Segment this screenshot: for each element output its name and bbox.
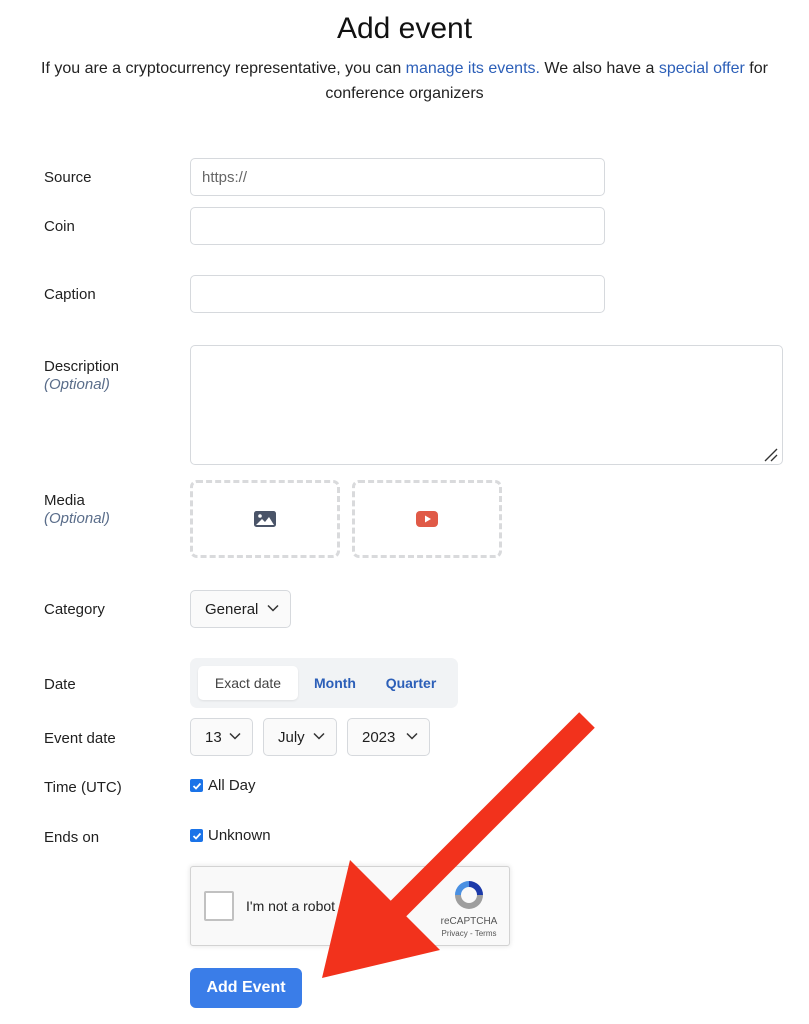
coin-input[interactable] (190, 207, 605, 245)
chevron-down-icon (229, 732, 241, 740)
day-select[interactable]: 13 (190, 718, 253, 756)
image-icon (254, 511, 276, 527)
tab-quarter[interactable]: Quarter (372, 666, 450, 700)
youtube-icon (416, 511, 438, 527)
recaptcha-checkbox[interactable] (204, 891, 234, 921)
caption-input[interactable] (190, 275, 605, 313)
media-label-text: Media (44, 492, 85, 509)
ends-on-label: Ends on (44, 829, 100, 846)
all-day-option: All Day (190, 777, 256, 794)
category-select[interactable]: General (190, 590, 291, 628)
media-optional-note: (Optional) (44, 510, 110, 527)
media-label: Media (Optional) (44, 492, 110, 528)
date-label: Date (44, 676, 76, 693)
resize-grip-icon[interactable] (762, 446, 778, 462)
recaptcha-widget: I'm not a robot reCAPTCHA Privacy - Term… (190, 866, 510, 946)
video-upload-box[interactable] (352, 480, 502, 558)
description-textarea[interactable] (190, 345, 783, 465)
year-select[interactable]: 2023 (347, 718, 430, 756)
recaptcha-privacy-terms[interactable]: Privacy - Terms (429, 929, 509, 938)
intro-text-before: If you are a cryptocurrency representati… (41, 60, 406, 77)
description-label-text: Description (44, 358, 120, 375)
chevron-down-icon (267, 604, 279, 612)
recaptcha-brand: reCAPTCHA (440, 916, 498, 927)
category-select-value: General (205, 600, 259, 618)
unknown-end-option: Unknown (190, 827, 271, 844)
coin-label: Coin (44, 218, 75, 235)
intro-text-middle: We also have a (539, 60, 659, 77)
checkmark-icon (192, 782, 201, 790)
event-date-label: Event date (44, 730, 116, 747)
month-select-value: July (278, 728, 305, 746)
page-title: Add event (336, 12, 473, 45)
tab-month[interactable]: Month (298, 666, 372, 700)
all-day-checkbox[interactable] (190, 779, 203, 792)
time-label: Time (UTC) (44, 779, 122, 796)
source-label: Source (44, 169, 92, 186)
day-select-value: 13 (205, 728, 222, 746)
recaptcha-label: I'm not a robot (246, 898, 336, 914)
manage-events-link[interactable]: manage its events. (406, 60, 540, 77)
chevron-down-icon (406, 732, 418, 740)
intro-text: If you are a cryptocurrency representati… (0, 56, 809, 106)
add-event-button[interactable]: Add Event (190, 968, 302, 1008)
date-mode-toggle: Exact date Month Quarter (190, 658, 458, 708)
checkmark-icon (192, 832, 201, 840)
source-input[interactable] (190, 158, 605, 196)
month-select[interactable]: July (263, 718, 337, 756)
recaptcha-logo-icon (455, 881, 483, 909)
all-day-label: All Day (208, 777, 256, 794)
unknown-end-checkbox[interactable] (190, 829, 203, 842)
unknown-end-label: Unknown (208, 827, 271, 844)
description-label: Description (Optional) (44, 358, 119, 394)
tab-exact-date[interactable]: Exact date (198, 666, 298, 700)
special-offer-link[interactable]: special offer (659, 60, 745, 77)
description-optional-note: (Optional) (44, 376, 110, 393)
caption-label: Caption (44, 286, 96, 303)
year-select-value: 2023 (362, 728, 396, 746)
category-label: Category (44, 601, 105, 618)
image-upload-box[interactable] (190, 480, 340, 558)
chevron-down-icon (313, 732, 325, 740)
